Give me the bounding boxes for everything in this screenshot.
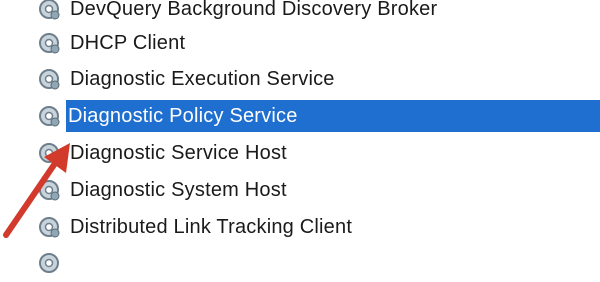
list-item-partial[interactable] [36, 248, 600, 278]
service-name: Distributed Link Tracking Client [70, 215, 353, 238]
list-item[interactable]: DHCP Client [36, 28, 600, 58]
service-name: Diagnostic Execution Service [70, 67, 335, 90]
list-item[interactable]: Diagnostic Service Host [36, 138, 600, 168]
gear-icon [36, 66, 62, 92]
list-item[interactable]: Distributed Link Tracking Client [36, 212, 600, 242]
list-item[interactable]: Diagnostic Execution Service [36, 64, 600, 94]
gear-icon [36, 250, 62, 276]
services-list: DevQuery Background Discovery Broker DHC… [0, 0, 600, 273]
service-name: DHCP Client [70, 31, 186, 54]
pointer-arrow-icon [3, 143, 70, 238]
gear-icon [36, 103, 62, 129]
service-name: Diagnostic Policy Service [66, 100, 600, 132]
list-item-selected[interactable]: Diagnostic Policy Service [36, 100, 600, 132]
gear-icon [36, 30, 62, 56]
service-name: DevQuery Background Discovery Broker [70, 0, 438, 20]
gear-icon [36, 0, 62, 22]
service-name: Diagnostic System Host [70, 178, 287, 201]
list-item[interactable]: DevQuery Background Discovery Broker [36, 0, 600, 24]
service-name: Diagnostic Service Host [70, 141, 287, 164]
list-item[interactable]: Diagnostic System Host [36, 175, 600, 205]
